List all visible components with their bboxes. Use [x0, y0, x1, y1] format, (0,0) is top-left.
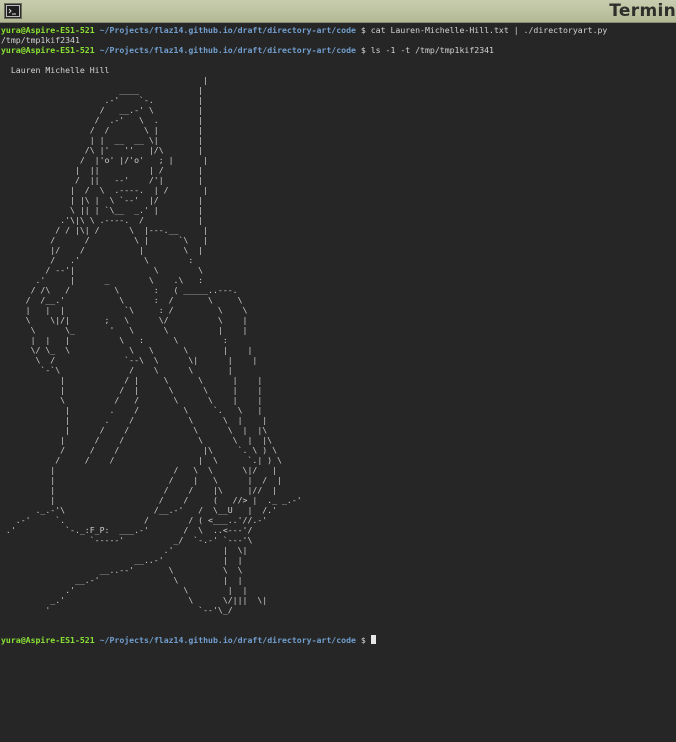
- prompt-user-host: yura@Aspire-ES1-521: [1, 25, 95, 35]
- title-bar[interactable]: Termin: [0, 0, 676, 23]
- command-output: /tmp/tmp1kif2341: [1, 35, 80, 45]
- prompt-symbol: $: [360, 25, 366, 35]
- prompt-path: ~/Projects/flaz14.github.io/draft/direct…: [99, 635, 356, 645]
- prompt-symbol: $: [360, 45, 366, 55]
- art-caption: Lauren Michelle Hill: [1, 65, 110, 75]
- ascii-art: | ____ | .-' `-. | / __.-' \ | / .-' \ .…: [5, 75, 302, 615]
- text-cursor: [370, 635, 376, 644]
- prompt-line: yura@Aspire-ES1-521 ~/Projects/flaz14.gi…: [1, 45, 675, 55]
- prompt-user-host: yura@Aspire-ES1-521: [1, 635, 95, 645]
- prompt-path: ~/Projects/flaz14.github.io/draft/direct…: [99, 25, 356, 35]
- window-title: Termin: [609, 1, 676, 21]
- command-text: cat Lauren-Michelle-Hill.txt | ./directo…: [370, 25, 608, 35]
- command-text: ls -1 -t /tmp/tmp1kif2341: [370, 45, 494, 55]
- terminal-output[interactable]: yura@Aspire-ES1-521 ~/Projects/flaz14.gi…: [1, 25, 675, 740]
- prompt-line: yura@Aspire-ES1-521 ~/Projects/flaz14.gi…: [1, 25, 675, 35]
- prompt-user-host: yura@Aspire-ES1-521: [1, 45, 95, 55]
- prompt-symbol: $: [360, 635, 366, 645]
- active-prompt-line[interactable]: yura@Aspire-ES1-521 ~/Projects/flaz14.gi…: [1, 635, 675, 645]
- terminal-window: Termin yura@Aspire-ES1-521 ~/Projects/fl…: [0, 0, 676, 742]
- prompt-path: ~/Projects/flaz14.github.io/draft/direct…: [99, 45, 356, 55]
- terminal-icon[interactable]: [4, 3, 22, 19]
